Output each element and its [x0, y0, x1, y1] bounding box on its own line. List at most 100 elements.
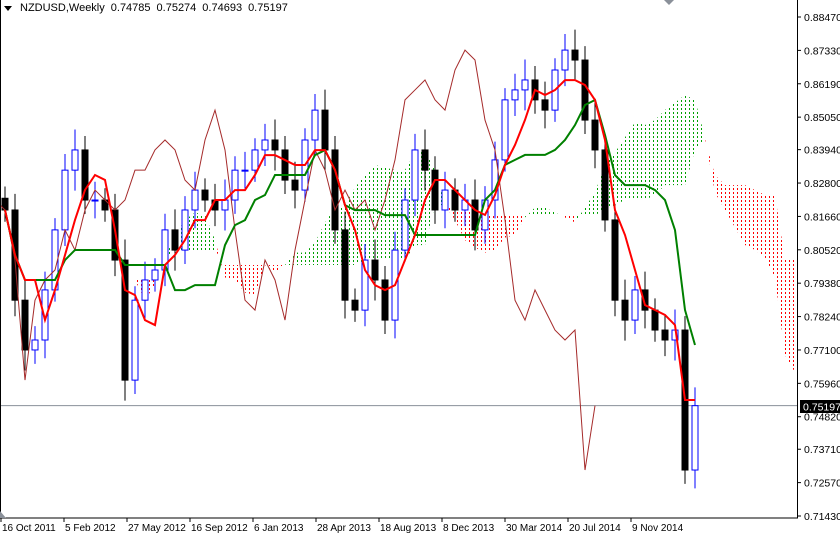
candle-body: [321, 109, 329, 151]
candle-body: [431, 169, 439, 211]
candle-body: [131, 299, 139, 381]
time-tick-label: 8 Dec 2013: [443, 523, 495, 534]
cloud-segment: [315, 222, 325, 266]
chart-shift-marker[interactable]: [664, 0, 674, 5]
cloud-segment: [295, 252, 305, 266]
candle-body: [401, 199, 409, 251]
cloud-segment: [545, 207, 555, 216]
cloud-segment: [755, 190, 765, 258]
symbol-timeframe: NZDUSD,Weekly: [20, 2, 105, 14]
cloud-segment: [615, 137, 625, 206]
candle-body: [311, 109, 319, 141]
candle-body: [691, 405, 699, 471]
cloud-segment: [305, 242, 315, 266]
current-price-badge: 0.75197: [800, 400, 840, 414]
price-tick-label: 0.85050: [804, 112, 840, 124]
candle-body: [341, 229, 349, 301]
cloud-segment: [525, 207, 535, 218]
candle-body: [251, 149, 259, 171]
candle-body: [621, 299, 629, 321]
price-tick-label: 0.87330: [804, 45, 840, 57]
candle-body: [61, 169, 69, 231]
price-tick-label: 0.86190: [804, 79, 840, 91]
candle-body: [271, 139, 279, 151]
cloud-segment: [665, 102, 675, 186]
price-chart: 0.88470 0.87330 0.86190 0.85050 0.83940 0.828…: [0, 0, 840, 534]
price-tick-label: 0.80520: [804, 245, 840, 257]
time-tick-label: 28 Apr 2013: [317, 523, 371, 534]
cloud-segment: [655, 110, 665, 196]
cloud-segment: [765, 195, 775, 278]
price-tick-label: 0.78240: [804, 312, 840, 324]
time-tick-label: 9 Nov 2014: [632, 523, 684, 534]
chart-header: NZDUSD,Weekly 0.74785 0.75274 0.74693 0.…: [4, 2, 288, 14]
time-tick-label: 30 Mar 2014: [506, 523, 563, 534]
cloud-segment: [225, 265, 235, 281]
dropdown-triangle-icon[interactable]: [4, 5, 12, 11]
time-axis: 16 Oct 2011 5 Feb 2012 27 May 2012 16 Sep 2…: [0, 518, 684, 534]
cloud-segment: [555, 212, 565, 218]
candle-body: [261, 139, 269, 151]
cloud-segment: [565, 215, 575, 223]
cloud-segment: [215, 239, 225, 278]
ohlc-low: 0.74693: [202, 2, 243, 14]
candle-body: [561, 49, 569, 71]
cloud-segment: [725, 185, 735, 228]
ohlc-close: 0.75197: [248, 2, 288, 14]
candle-body: [651, 309, 659, 331]
candle-body: [541, 99, 549, 111]
cloud-segment: [785, 260, 795, 373]
cloud-segment: [195, 212, 205, 250]
cloud-segment: [775, 195, 785, 356]
price-tick-label: 0.82800: [804, 178, 840, 190]
ohlc-open: 0.74785: [110, 2, 151, 14]
cloud-segment: [535, 207, 545, 216]
candle-body: [351, 299, 359, 311]
time-tick-label: 20 Jul 2014: [569, 523, 621, 534]
candle-body: [201, 189, 209, 201]
candle-body: [191, 189, 199, 211]
candle-body: [371, 259, 379, 281]
price-tick-label: 0.72570: [804, 478, 840, 490]
time-tick-label: 16 Sep 2012: [191, 523, 248, 534]
cloud-segment: [515, 215, 525, 236]
price-tick-label: 0.79380: [804, 278, 840, 290]
cloud-segment: [265, 265, 275, 273]
candle-body: [221, 199, 229, 211]
candle-body: [241, 169, 249, 172]
cloud-segment: [715, 175, 725, 211]
candle-body: [291, 179, 299, 191]
candle-body: [141, 279, 149, 301]
candle-body: [511, 89, 519, 101]
candle-body: [441, 189, 449, 211]
candle-body: [411, 149, 419, 201]
candle-body: [611, 219, 619, 301]
candle-body: [661, 329, 669, 341]
cloud-segment: [585, 192, 595, 216]
time-tick-label: 16 Oct 2011: [2, 523, 56, 534]
price-tick-label: 0.81660: [804, 211, 840, 223]
price-tick-label: 0.75960: [804, 378, 840, 390]
price-tick-label: 0.77100: [804, 345, 840, 357]
cloud-segment: [625, 122, 635, 201]
time-tick-label: 27 May 2012: [128, 523, 186, 534]
candle-body: [501, 99, 509, 161]
price-tick-label: 0.83940: [804, 145, 840, 157]
cloud-segment: [495, 215, 505, 251]
candle-body: [591, 119, 599, 151]
current-price-label: 0.75197: [803, 402, 840, 414]
cloud-segment: [575, 207, 585, 223]
cloud-segment: [695, 100, 705, 151]
candle-body: [381, 279, 389, 321]
cloud-segment: [205, 214, 215, 250]
candle-body: [171, 229, 179, 251]
candle-body: [91, 199, 99, 202]
cloud-segment: [275, 265, 285, 273]
ohlc-high: 0.75274: [156, 2, 197, 14]
price-tick-label: 0.71430: [804, 511, 840, 523]
candle-body: [421, 149, 429, 171]
time-tick-label: 18 Aug 2013: [380, 523, 437, 534]
candle-body: [151, 269, 159, 281]
cloud-segment: [685, 95, 695, 186]
candle-body: [21, 299, 29, 351]
